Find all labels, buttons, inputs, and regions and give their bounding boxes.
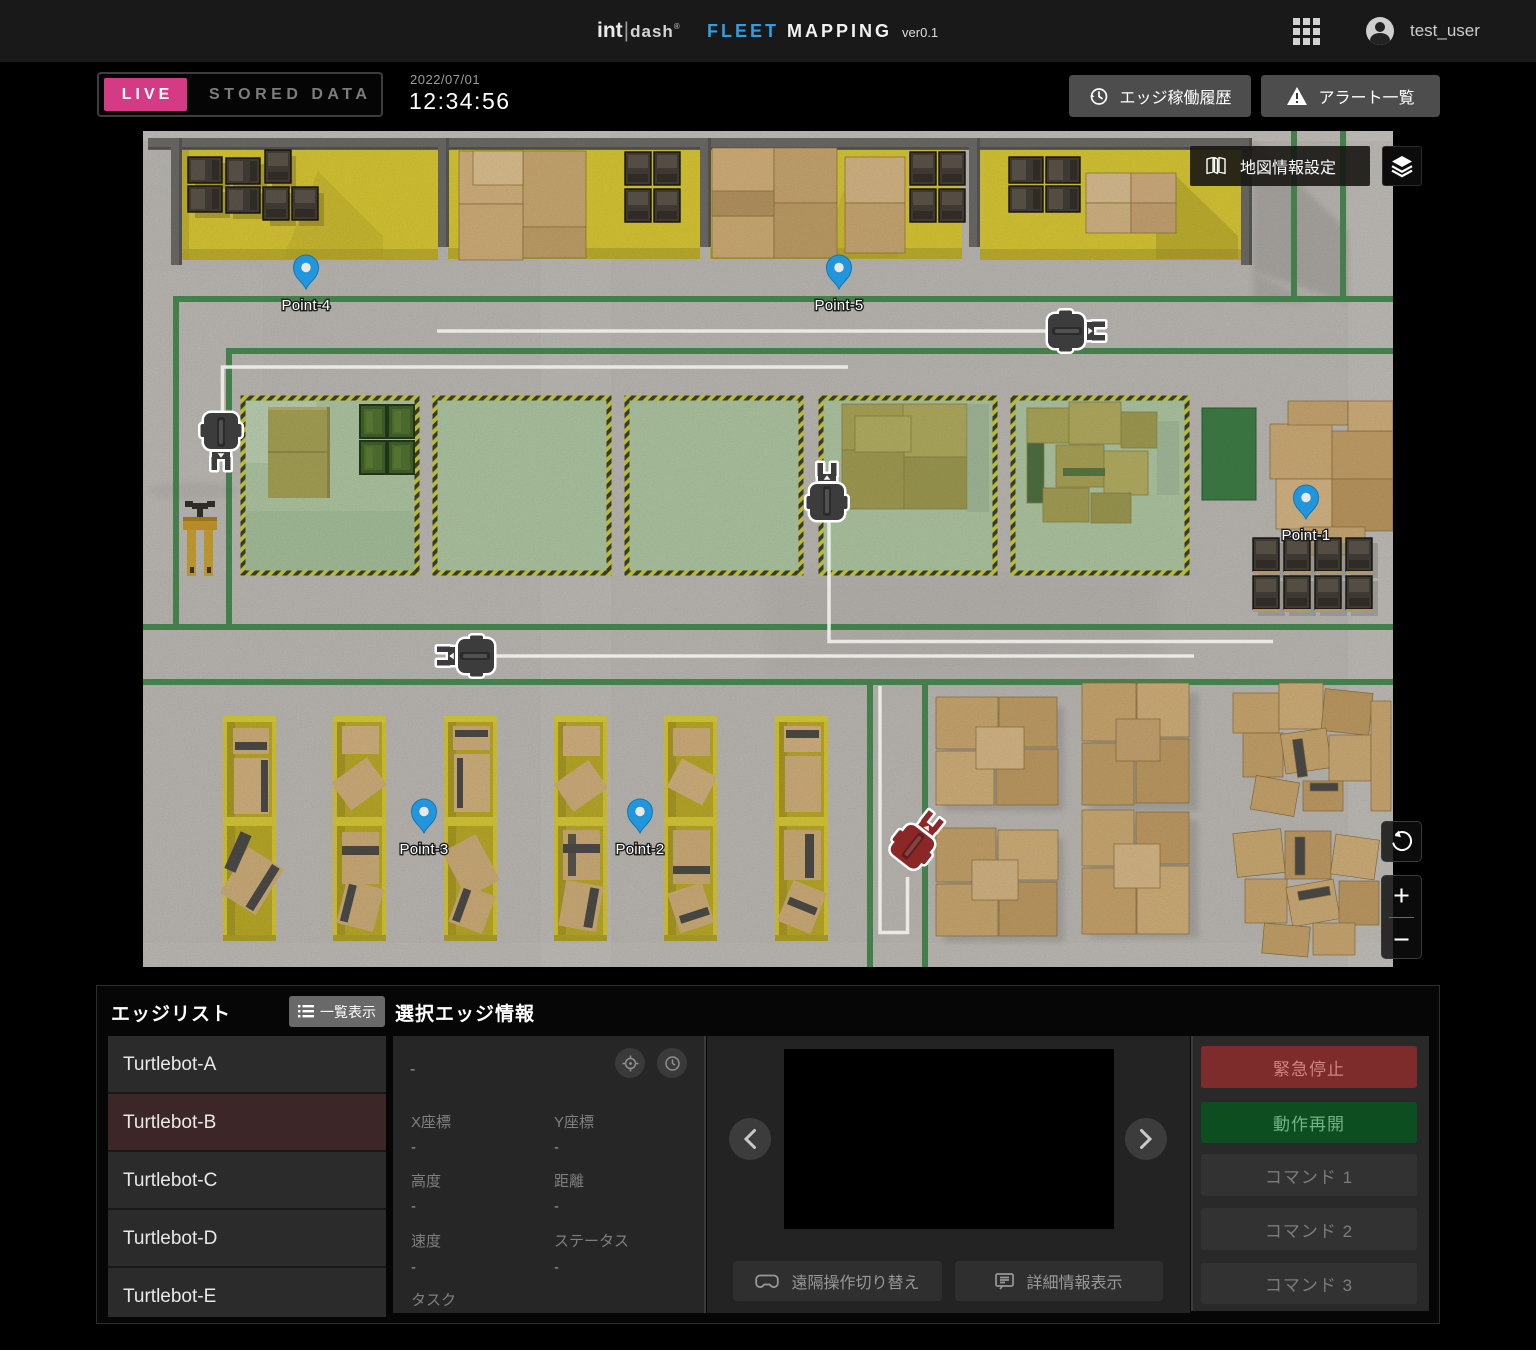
svg-text:Point-3: Point-3	[400, 841, 449, 858]
svg-text:Point-4: Point-4	[282, 297, 331, 314]
svg-text:Point-2: Point-2	[616, 841, 665, 858]
svg-text:Point-5: Point-5	[815, 297, 864, 314]
svg-text:Point-1: Point-1	[1282, 527, 1331, 544]
